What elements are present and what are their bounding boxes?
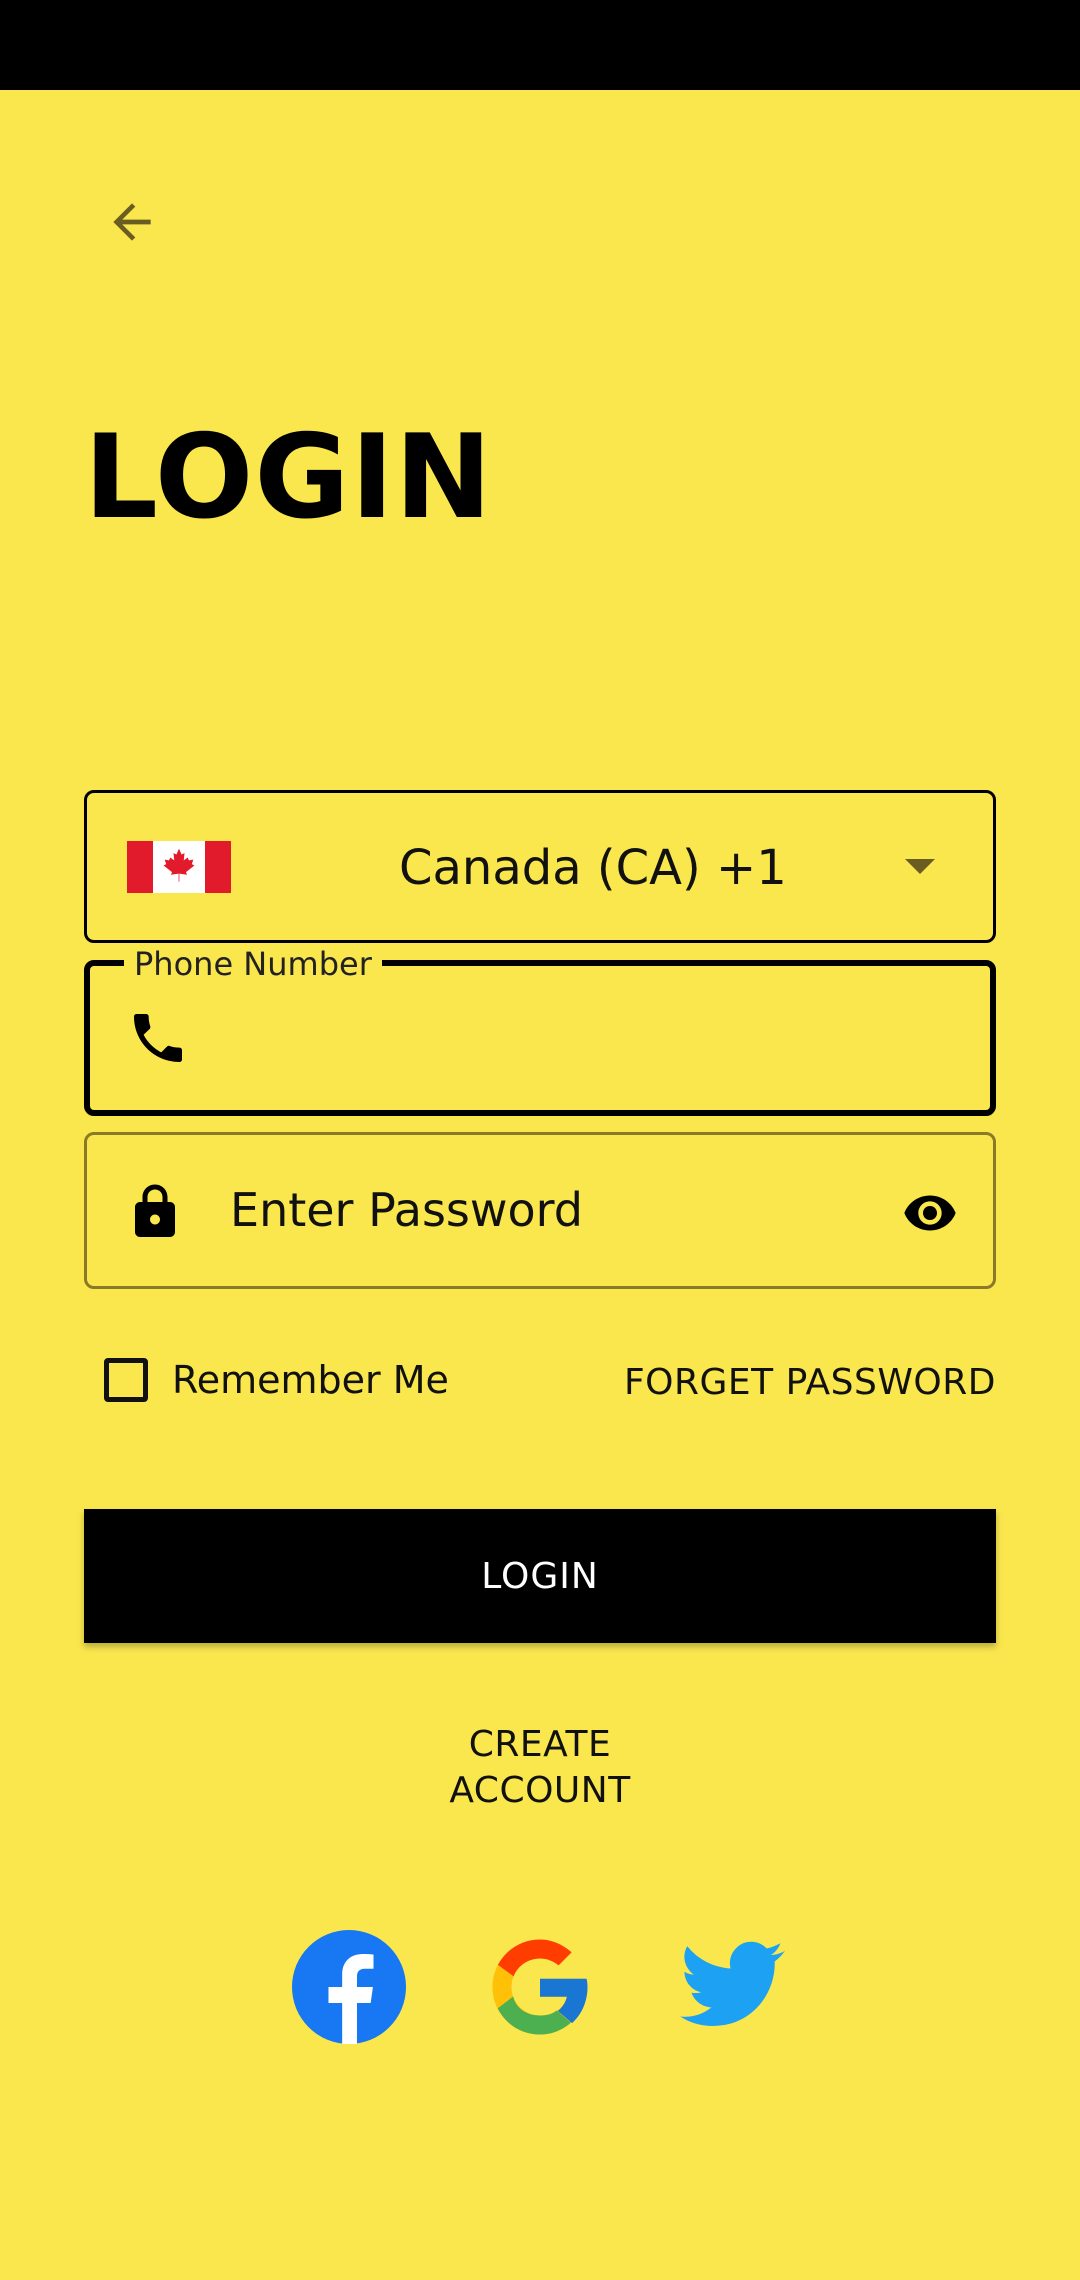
page-title: LOGIN — [84, 410, 493, 545]
password-placeholder: Enter Password — [230, 1183, 583, 1237]
password-field[interactable]: Enter Password — [84, 1132, 996, 1289]
twitter-icon[interactable] — [674, 1930, 788, 2044]
forget-password-link[interactable]: FORGET PASSWORD — [624, 1362, 996, 1403]
facebook-icon[interactable] — [292, 1930, 406, 2044]
create-account-link[interactable]: CREATE ACCOUNT — [340, 1722, 740, 1814]
lock-icon — [135, 1184, 175, 1237]
create-account-line1: CREATE — [468, 1724, 612, 1765]
status-bar — [0, 0, 1080, 90]
remember-me-label: Remember Me — [172, 1358, 449, 1402]
country-label: Canada (CA) +1 — [399, 840, 787, 896]
phone-number-field[interactable]: Phone Number — [84, 944, 996, 1116]
login-button[interactable]: LOGIN — [84, 1509, 996, 1643]
country-select[interactable]: Canada (CA) +1 — [84, 790, 996, 943]
canada-flag-icon — [127, 841, 231, 893]
eye-icon[interactable] — [897, 1185, 963, 1241]
phone-icon — [134, 1014, 182, 1062]
remember-me-row[interactable]: Remember Me — [104, 1358, 449, 1402]
chevron-down-icon[interactable] — [905, 859, 935, 874]
phone-number-label: Phone Number — [124, 944, 382, 984]
arrow-left-icon — [113, 203, 151, 241]
remember-me-checkbox[interactable] — [104, 1358, 148, 1402]
google-icon[interactable] — [483, 1930, 597, 2044]
create-account-line2: ACCOUNT — [449, 1770, 631, 1811]
back-button[interactable] — [100, 190, 164, 254]
